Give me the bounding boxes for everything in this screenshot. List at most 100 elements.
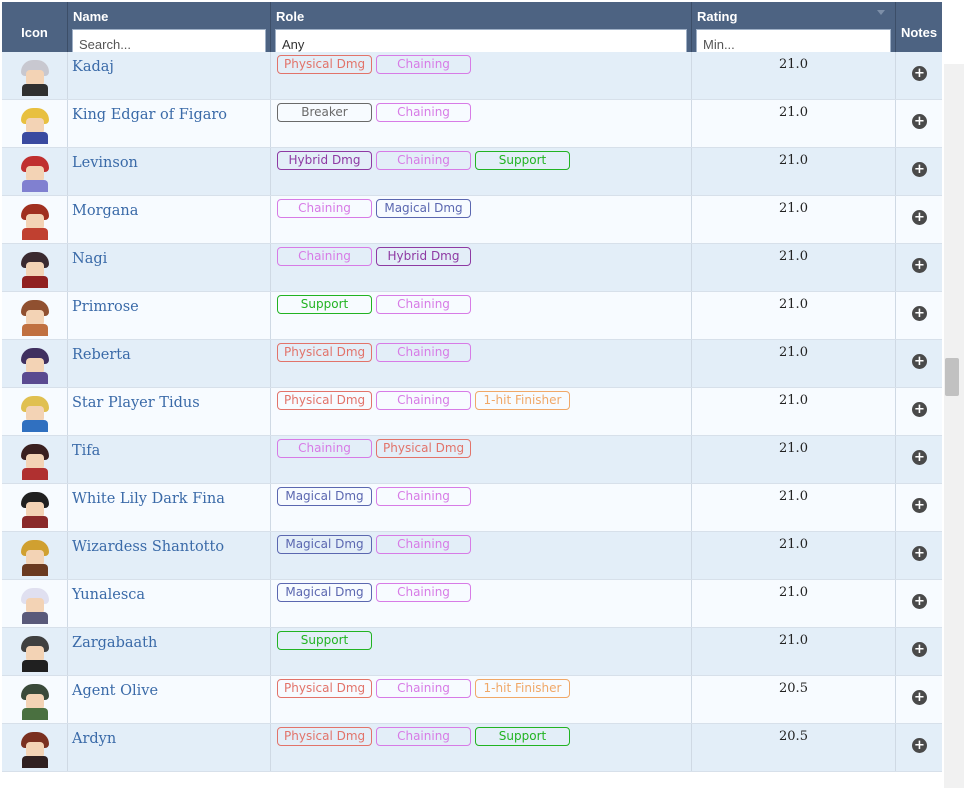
table-row: Star Player Tidus Physical Dmg Chaining 1-h… bbox=[2, 388, 942, 436]
role-tag: Support bbox=[475, 727, 570, 746]
role-cell: Support Chaining bbox=[271, 292, 692, 339]
expand-notes-plus-icon[interactable]: + bbox=[912, 354, 927, 369]
avatar-outfit bbox=[22, 612, 48, 624]
rating-value: 21.0 bbox=[779, 537, 808, 552]
expand-notes-plus-icon[interactable]: + bbox=[912, 402, 927, 417]
role-cell: Physical Dmg Chaining Support bbox=[271, 724, 692, 771]
unit-name-link[interactable]: White Lily Dark Fina bbox=[72, 491, 225, 507]
table-row: King Edgar of Figaro Breaker Chaining 21.0 + bbox=[2, 100, 942, 148]
notes-cell: + bbox=[896, 484, 942, 531]
unit-name-link[interactable]: Star Player Tidus bbox=[72, 395, 200, 411]
notes-column-label: Notes bbox=[900, 25, 938, 40]
rating-value: 21.0 bbox=[779, 153, 808, 168]
icon-cell bbox=[2, 196, 68, 243]
expand-notes-plus-icon[interactable]: + bbox=[912, 114, 927, 129]
rating-cell: 21.0 bbox=[692, 580, 896, 627]
rating-value: 21.0 bbox=[779, 249, 808, 264]
unit-name-link[interactable]: Kadaj bbox=[72, 59, 114, 75]
avatar-outfit bbox=[22, 180, 48, 192]
role-cell: Chaining Magical Dmg bbox=[271, 196, 692, 243]
rating-cell: 20.5 bbox=[692, 724, 896, 771]
expand-notes-plus-icon[interactable]: + bbox=[912, 306, 927, 321]
rating-value: 21.0 bbox=[779, 105, 808, 120]
sort-arrow-icon[interactable] bbox=[877, 10, 885, 15]
expand-notes-plus-icon[interactable]: + bbox=[912, 450, 927, 465]
table-row: Primrose Support Chaining 21.0 + bbox=[2, 292, 942, 340]
rating-cell: 21.0 bbox=[692, 244, 896, 291]
avatar-outfit bbox=[22, 228, 48, 240]
unit-name-link[interactable]: Reberta bbox=[72, 347, 131, 363]
avatar bbox=[15, 202, 55, 240]
role-tag: Support bbox=[277, 631, 372, 650]
expand-notes-plus-icon[interactable]: + bbox=[912, 738, 927, 753]
role-tag: Physical Dmg bbox=[277, 55, 372, 74]
unit-name-link[interactable]: Primrose bbox=[72, 299, 139, 315]
unit-name-link[interactable]: Tifa bbox=[72, 443, 100, 459]
avatar-outfit bbox=[22, 420, 48, 432]
name-cell: King Edgar of Figaro bbox=[68, 100, 271, 147]
unit-name-link[interactable]: Ardyn bbox=[72, 731, 116, 747]
icon-cell bbox=[2, 52, 68, 99]
role-tag: Magical Dmg bbox=[277, 535, 372, 554]
icon-cell bbox=[2, 484, 68, 531]
role-tag: Physical Dmg bbox=[277, 343, 372, 362]
name-cell: Zargabaath bbox=[68, 628, 271, 675]
rating-value: 21.0 bbox=[779, 441, 808, 456]
unit-name-link[interactable]: Nagi bbox=[72, 251, 107, 267]
rating-value: 21.0 bbox=[779, 393, 808, 408]
expand-notes-plus-icon[interactable]: + bbox=[912, 690, 927, 705]
role-cell: Hybrid Dmg Chaining Support bbox=[271, 148, 692, 195]
role-tag: Physical Dmg bbox=[277, 391, 372, 410]
expand-notes-plus-icon[interactable]: + bbox=[912, 498, 927, 513]
expand-notes-plus-icon[interactable]: + bbox=[912, 546, 927, 561]
rating-cell: 21.0 bbox=[692, 628, 896, 675]
table-row: Yunalesca Magical Dmg Chaining 21.0 + bbox=[2, 580, 942, 628]
role-tag: Physical Dmg bbox=[376, 439, 471, 458]
icon-cell bbox=[2, 580, 68, 627]
avatar bbox=[15, 394, 55, 432]
notes-cell: + bbox=[896, 724, 942, 771]
icon-cell bbox=[2, 244, 68, 291]
expand-notes-plus-icon[interactable]: + bbox=[912, 258, 927, 273]
icon-cell bbox=[2, 388, 68, 435]
unit-name-link[interactable]: Morgana bbox=[72, 203, 138, 219]
role-tags: Magical Dmg Chaining bbox=[277, 583, 475, 603]
name-cell: Agent Olive bbox=[68, 676, 271, 723]
notes-cell: + bbox=[896, 436, 942, 483]
notes-cell: + bbox=[896, 676, 942, 723]
avatar bbox=[15, 682, 55, 720]
role-tag: Chaining bbox=[277, 439, 372, 458]
role-tags: Physical Dmg Chaining 1-hit Finisher bbox=[277, 391, 574, 411]
role-tag: Physical Dmg bbox=[277, 679, 372, 698]
role-tags: Hybrid Dmg Chaining Support bbox=[277, 151, 574, 171]
expand-notes-plus-icon[interactable]: + bbox=[912, 210, 927, 225]
unit-name-link[interactable]: Yunalesca bbox=[72, 587, 145, 603]
role-tags: Support Chaining bbox=[277, 295, 475, 315]
role-cell: Chaining Hybrid Dmg bbox=[271, 244, 692, 291]
rating-cell: 21.0 bbox=[692, 196, 896, 243]
role-tag: Support bbox=[475, 151, 570, 170]
vertical-scrollbar[interactable] bbox=[944, 64, 964, 788]
icon-cell bbox=[2, 292, 68, 339]
unit-name-link[interactable]: Wizardess Shantotto bbox=[72, 539, 224, 555]
expand-notes-plus-icon[interactable]: + bbox=[912, 594, 927, 609]
avatar bbox=[15, 490, 55, 528]
notes-cell: + bbox=[896, 388, 942, 435]
unit-name-link[interactable]: King Edgar of Figaro bbox=[72, 107, 227, 123]
expand-notes-plus-icon[interactable]: + bbox=[912, 642, 927, 657]
expand-notes-plus-icon[interactable]: + bbox=[912, 162, 927, 177]
notes-cell: + bbox=[896, 580, 942, 627]
avatar-outfit bbox=[22, 708, 48, 720]
expand-notes-plus-icon[interactable]: + bbox=[912, 66, 927, 81]
avatar-outfit bbox=[22, 756, 48, 768]
role-tag: Chaining bbox=[277, 199, 372, 218]
unit-name-link[interactable]: Zargabaath bbox=[72, 635, 157, 651]
table-row: White Lily Dark Fina Magical Dmg Chaining 2… bbox=[2, 484, 942, 532]
unit-name-link[interactable]: Agent Olive bbox=[72, 683, 158, 699]
scrollbar-thumb[interactable] bbox=[945, 358, 959, 396]
role-cell: Magical Dmg Chaining bbox=[271, 532, 692, 579]
avatar-outfit bbox=[22, 132, 48, 144]
unit-name-link[interactable]: Levinson bbox=[72, 155, 138, 171]
role-tag: Chaining bbox=[376, 583, 471, 602]
role-tags: Physical Dmg Chaining bbox=[277, 55, 475, 75]
